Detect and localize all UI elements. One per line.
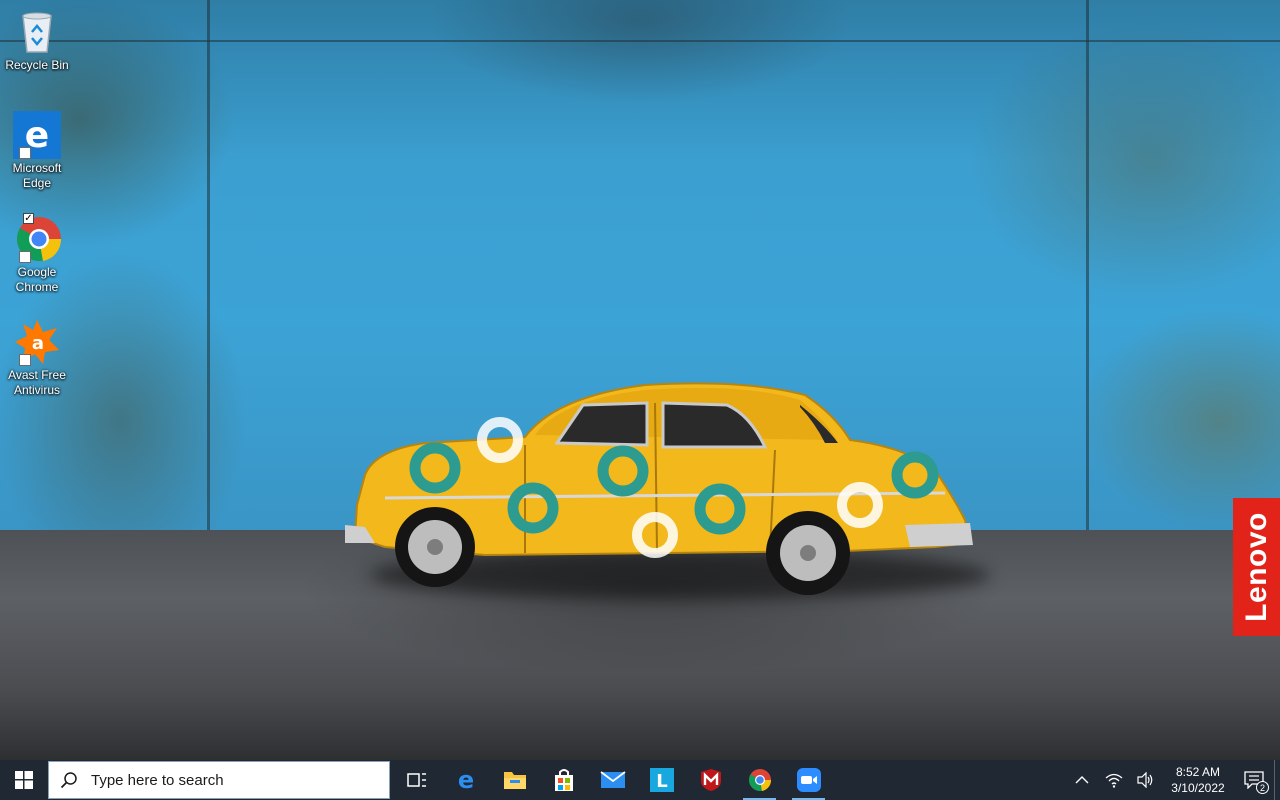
wall-seam — [1086, 0, 1089, 535]
desktop-icon-google-chrome[interactable]: ✓ Google Chrome — [4, 213, 70, 295]
start-button[interactable] — [0, 760, 48, 800]
mail-icon — [599, 771, 626, 788]
taskbar-edge-button[interactable]: e — [441, 760, 490, 800]
show-desktop-button[interactable] — [1274, 760, 1280, 800]
lenovo-l-icon: L — [649, 768, 674, 792]
mcafee-icon — [700, 769, 721, 791]
recycle-bin-icon — [13, 8, 61, 56]
taskbar-file-explorer-button[interactable] — [490, 760, 539, 800]
desktop-icon-label: Avast Free Antivirus — [8, 368, 66, 397]
svg-text:L: L — [656, 771, 667, 792]
desktop-wallpaper: Lenovo — [0, 0, 1280, 760]
speaker-icon — [1137, 772, 1153, 788]
svg-text:a: a — [32, 333, 44, 354]
task-view-button[interactable] — [392, 760, 441, 800]
taskbar-store-button[interactable] — [539, 760, 588, 800]
notification-count-badge: 2 — [1256, 781, 1269, 794]
search-icon — [49, 771, 89, 789]
wall-seam — [0, 40, 1280, 42]
taskbar-lenovo-vantage-button[interactable]: L — [637, 760, 686, 800]
windows-logo-icon — [15, 771, 33, 789]
svg-text:e: e — [457, 768, 473, 792]
wall-seam — [207, 0, 210, 535]
desktop-icon-microsoft-edge[interactable]: e Microsoft Edge — [4, 111, 70, 191]
zoom-icon — [796, 768, 821, 792]
edge-icon: e — [13, 111, 61, 159]
show-hidden-icons-button[interactable] — [1066, 760, 1098, 800]
desktop-icon-recycle-bin[interactable]: Recycle Bin — [4, 8, 70, 73]
desktop-icon-label: Recycle Bin — [5, 58, 69, 72]
selection-checkbox[interactable]: ✓ — [23, 213, 34, 224]
edge-icon: e — [457, 768, 473, 792]
action-center-button[interactable]: 2 — [1234, 760, 1274, 800]
folder-icon — [503, 772, 526, 789]
taskbar-chrome-button[interactable] — [735, 760, 784, 800]
desktop-icon-avast[interactable]: a Avast Free Antivirus — [4, 318, 70, 398]
clock-time: 8:52 AM — [1175, 765, 1221, 779]
wifi-icon — [1105, 773, 1123, 788]
taskbar-mcafee-button[interactable] — [686, 760, 735, 800]
desktop-icon-label: Microsoft Edge — [12, 161, 62, 190]
avast-icon: a — [13, 318, 61, 366]
desktop-icon-label: Google Chrome — [15, 265, 59, 294]
yellow-car-image — [345, 382, 973, 595]
search-input[interactable] — [89, 770, 373, 790]
chrome-icon — [748, 769, 771, 791]
shortcut-arrow-icon — [19, 147, 31, 159]
store-icon — [554, 769, 573, 791]
shortcut-arrow-icon — [19, 354, 31, 366]
taskbar-search-box[interactable] — [48, 761, 390, 799]
network-button[interactable] — [1098, 760, 1130, 800]
shortcut-arrow-icon — [19, 251, 31, 263]
taskbar-mail-button[interactable] — [588, 760, 637, 800]
taskbar-clock[interactable]: 8:52 AM 3/10/2022 — [1162, 760, 1234, 800]
task-view-icon — [406, 773, 426, 787]
volume-button[interactable] — [1130, 760, 1162, 800]
chrome-icon: ✓ — [13, 213, 62, 263]
clock-date: 3/10/2022 — [1171, 781, 1225, 795]
lenovo-brand-text: Lenovo — [1239, 512, 1273, 622]
lenovo-brand-tag: Lenovo — [1233, 498, 1280, 636]
chevron-up-icon — [1075, 776, 1089, 784]
taskbar-zoom-button[interactable] — [784, 760, 833, 800]
system-tray: 8:52 AM 3/10/2022 2 — [1066, 760, 1280, 800]
taskbar: e L — [0, 760, 1280, 800]
